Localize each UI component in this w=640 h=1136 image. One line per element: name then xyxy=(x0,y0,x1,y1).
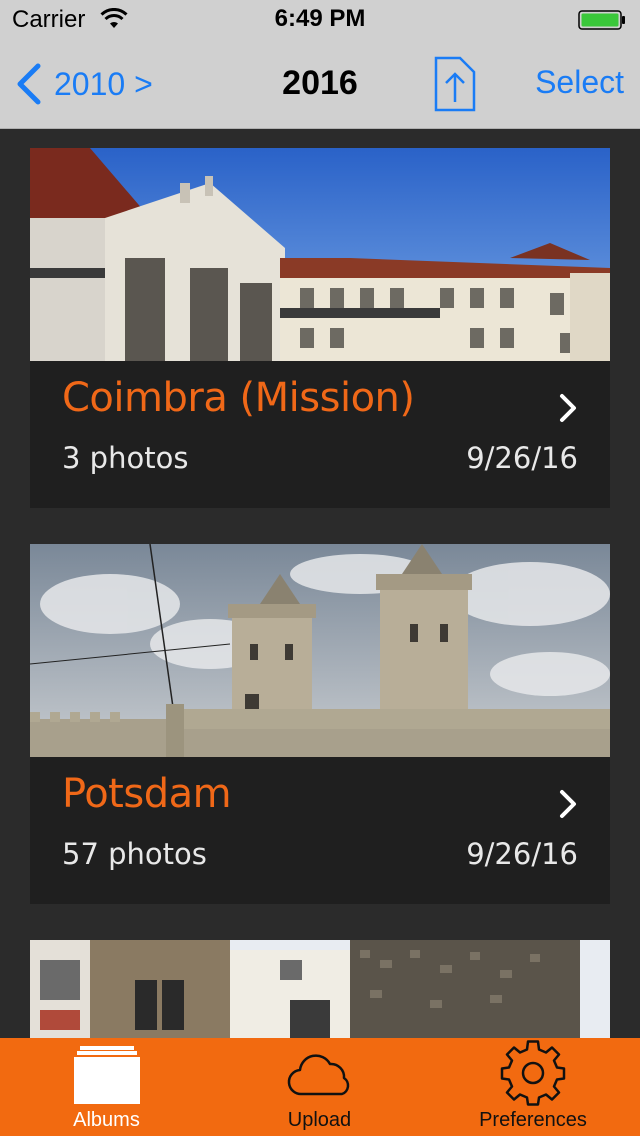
share-icon[interactable] xyxy=(434,56,476,112)
tab-upload-label: Upload xyxy=(287,1109,352,1131)
gear-icon xyxy=(500,1040,566,1106)
chevron-right-icon xyxy=(560,394,576,422)
tab-preferences-label: Preferences xyxy=(479,1109,587,1131)
album-date: 9/26/16 xyxy=(466,441,578,475)
album-date: 9/26/16 xyxy=(466,837,578,871)
album-card-potsdam[interactable]: Potsdam 57 photos 9/26/16 xyxy=(30,544,610,904)
select-button[interactable]: Select xyxy=(535,64,624,101)
cloud-icon xyxy=(287,1054,349,1096)
album-card-coimbra[interactable]: Coimbra (Mission) 3 photos 9/26/16 xyxy=(30,148,610,508)
app-screen: Carrier 6:49 PM 2010 > 2016 Select Coimb… xyxy=(0,0,640,1136)
album-cover-photo xyxy=(30,148,610,361)
album-title: Potsdam xyxy=(62,771,232,817)
chevron-left-icon xyxy=(17,63,41,105)
chevron-right-icon xyxy=(560,790,576,818)
tab-upload[interactable]: Upload xyxy=(213,1038,426,1136)
album-list[interactable]: Coimbra (Mission) 3 photos 9/26/16 Potsd… xyxy=(0,128,640,1038)
tab-bar: Albums Upload Preferences xyxy=(0,1038,640,1136)
album-photo-count: 57 photos xyxy=(62,837,207,871)
status-bar: Carrier 6:49 PM xyxy=(0,0,640,40)
battery-icon xyxy=(578,10,625,30)
album-info-panel: Potsdam 57 photos 9/26/16 xyxy=(30,757,610,904)
tab-albums[interactable]: Albums xyxy=(0,1038,213,1136)
back-button-label: 2010 > xyxy=(54,65,153,102)
album-cover-photo xyxy=(30,544,610,757)
album-title: Coimbra (Mission) xyxy=(62,375,415,421)
tab-preferences[interactable]: Preferences xyxy=(426,1038,640,1136)
album-photo-count: 3 photos xyxy=(62,441,189,475)
navigation-bar: 2010 > 2016 Select xyxy=(0,40,640,129)
status-time: 6:49 PM xyxy=(274,5,366,32)
album-info-panel: Coimbra (Mission) 3 photos 9/26/16 xyxy=(30,361,610,508)
album-card-partial[interactable] xyxy=(30,940,610,1038)
back-button[interactable]: 2010 > xyxy=(14,62,153,106)
albums-icon xyxy=(73,1046,140,1104)
tab-albums-label: Albums xyxy=(73,1109,140,1131)
album-cover-photo xyxy=(30,940,610,1038)
